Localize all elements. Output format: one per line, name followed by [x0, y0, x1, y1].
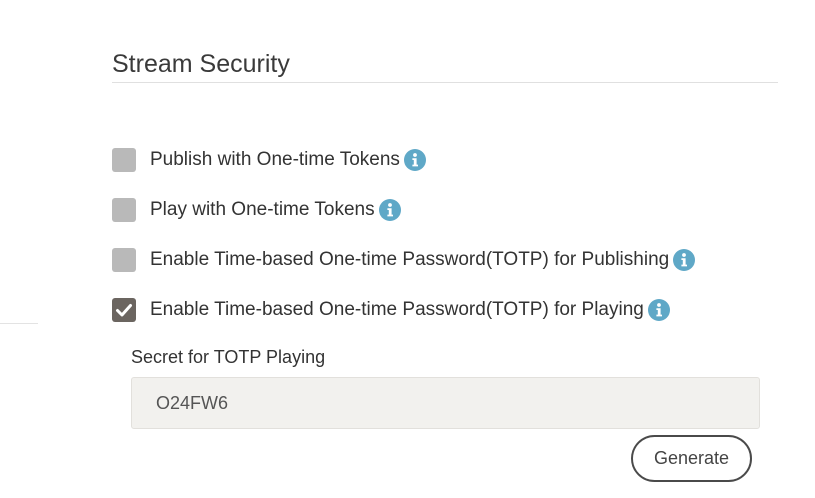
generate-button[interactable]: Generate [631, 435, 752, 482]
totp-playing-label: Enable Time-based One-time Password(TOTP… [150, 299, 644, 320]
play-one-time-tokens-label: Play with One-time Tokens [150, 199, 375, 220]
totp-secret-input[interactable] [131, 377, 760, 429]
section-title: Stream Security [112, 50, 290, 78]
info-circle-icon[interactable] [647, 299, 670, 321]
publish-one-time-tokens-option[interactable]: Publish with One-time Tokens [112, 147, 426, 173]
publish-one-time-tokens-label: Publish with One-time Tokens [150, 149, 400, 170]
totp-publishing-label: Enable Time-based One-time Password(TOTP… [150, 249, 670, 270]
totp-secret-label: Secret for TOTP Playing [131, 347, 326, 367]
info-circle-icon[interactable] [673, 249, 696, 271]
info-circle-icon[interactable] [378, 199, 401, 221]
totp-playing-checkbox[interactable] [112, 298, 136, 322]
title-divider [112, 82, 778, 83]
publish-one-time-tokens-checkbox[interactable] [112, 148, 136, 172]
totp-playing-option[interactable]: Enable Time-based One-time Password(TOTP… [112, 297, 670, 323]
totp-publishing-option[interactable]: Enable Time-based One-time Password(TOTP… [112, 247, 696, 273]
totp-publishing-checkbox[interactable] [112, 248, 136, 272]
side-divider [0, 323, 38, 324]
checkmark-icon [116, 304, 132, 317]
play-one-time-tokens-checkbox[interactable] [112, 198, 136, 222]
play-one-time-tokens-option[interactable]: Play with One-time Tokens [112, 197, 401, 223]
info-circle-icon[interactable] [403, 149, 426, 171]
